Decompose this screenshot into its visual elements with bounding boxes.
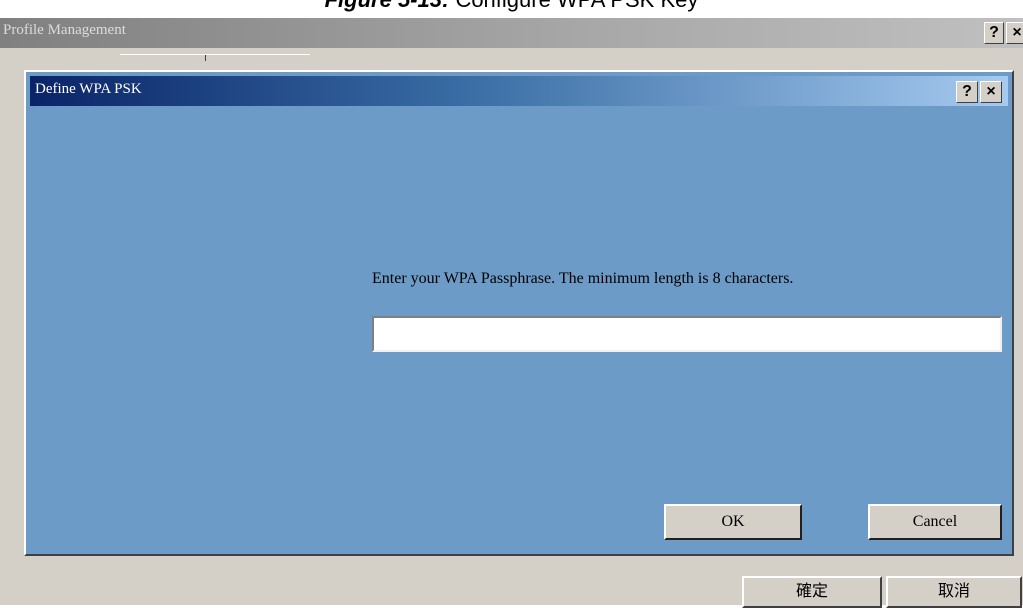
- dialog-close-button[interactable]: ×: [980, 81, 1002, 103]
- cancel-button[interactable]: Cancel: [868, 504, 1002, 540]
- dialog-help-button[interactable]: ?: [956, 81, 978, 103]
- figure-caption: Figure 5-13: Configure WPA PSK Key: [0, 0, 1023, 13]
- outer-cancel-button[interactable]: 取消: [886, 576, 1022, 608]
- figure-title: Configure WPA PSK Key: [455, 0, 698, 12]
- outer-titlebar[interactable]: Profile Management ? ×: [0, 18, 1023, 48]
- outer-window-title: Profile Management: [3, 22, 126, 38]
- passphrase-input[interactable]: [372, 316, 1002, 352]
- outer-help-button[interactable]: ?: [984, 22, 1004, 44]
- confirm-button[interactable]: 確定: [742, 576, 882, 608]
- tab-strip-edge: [120, 54, 310, 67]
- dialog-titlebar[interactable]: Define WPA PSK ? ×: [30, 76, 1008, 106]
- ok-button[interactable]: OK: [664, 504, 802, 540]
- dialog-title: Define WPA PSK: [35, 81, 142, 97]
- figure-label: Figure 5-13:: [325, 0, 450, 12]
- define-wpa-psk-dialog: Define WPA PSK ? × Enter your WPA Passph…: [24, 70, 1014, 556]
- passphrase-prompt: Enter your WPA Passphrase. The minimum l…: [372, 270, 794, 287]
- outer-close-button[interactable]: ×: [1006, 22, 1023, 44]
